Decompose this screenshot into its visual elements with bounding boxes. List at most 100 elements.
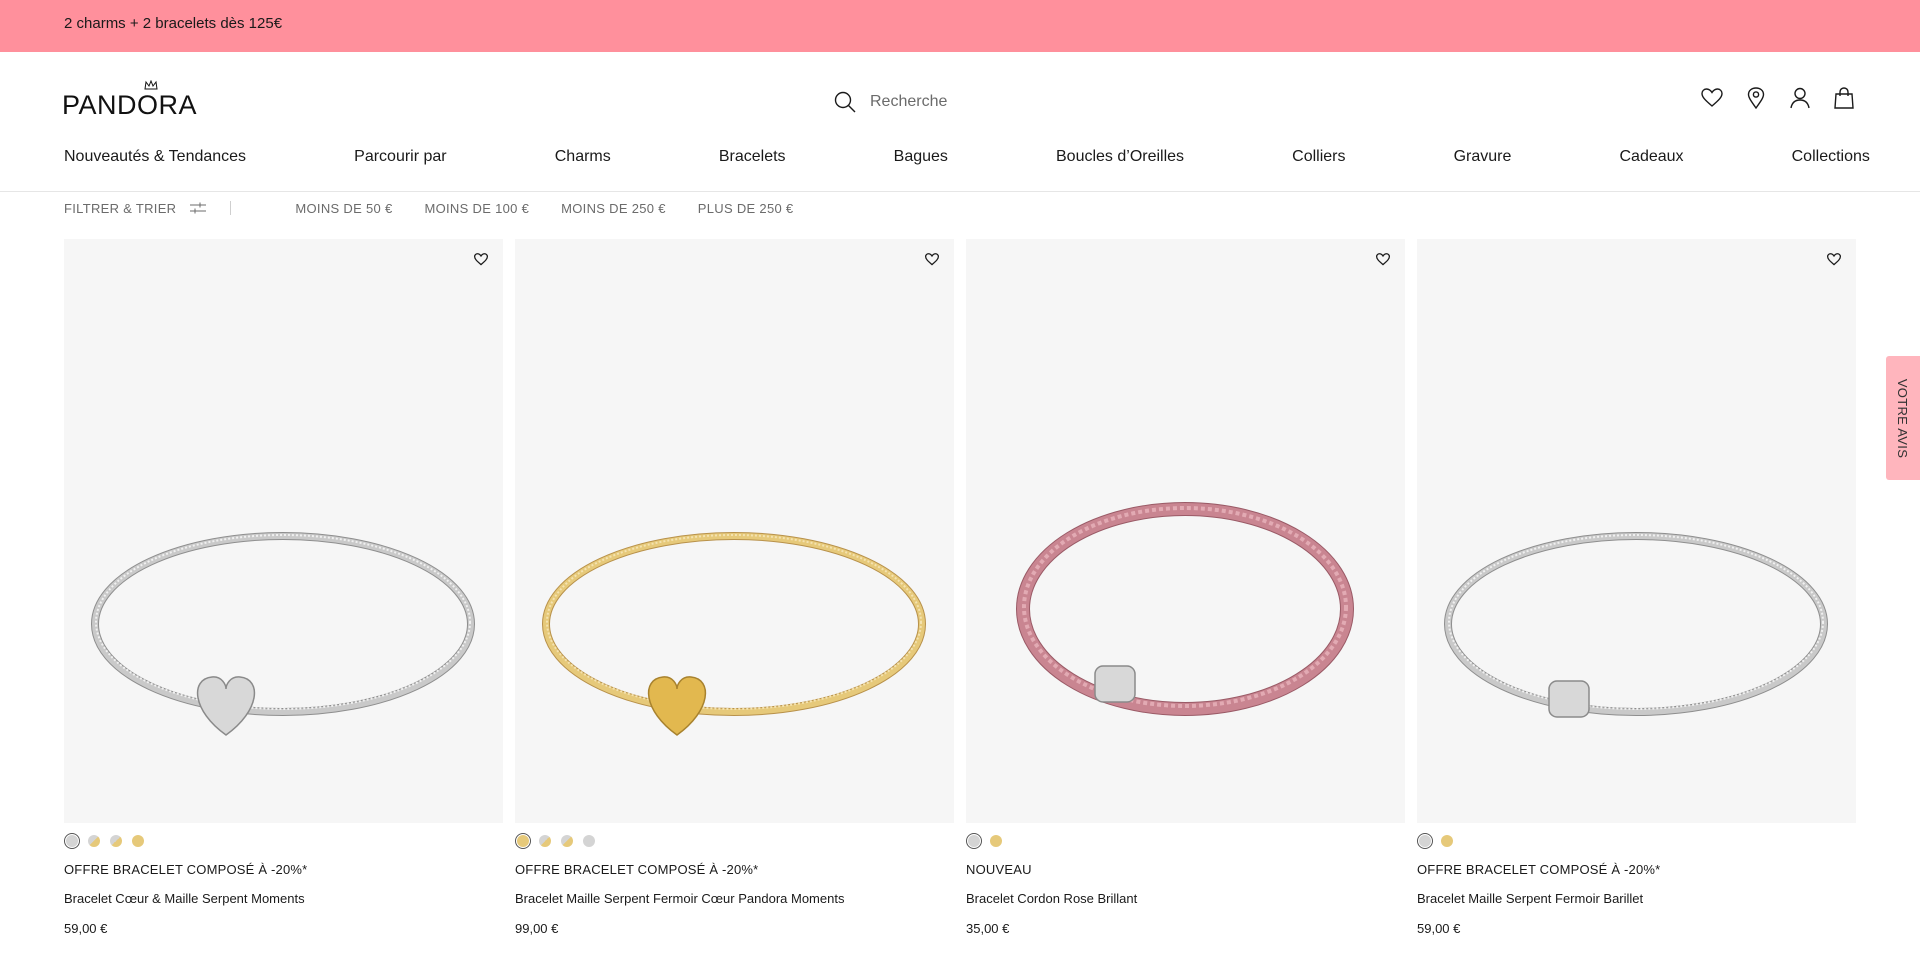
price-chip-under-100[interactable]: MOINS DE 100 €: [424, 201, 529, 216]
bracelet-clasp: [1548, 680, 1590, 718]
product-card: OFFRE BRACELET COMPOSÉ À -20%* Bracelet …: [1417, 239, 1856, 936]
color-swatch-silver[interactable]: [966, 833, 982, 849]
feedback-tab[interactable]: VOTRE AVIS: [1886, 356, 1920, 480]
color-swatch-silver[interactable]: [581, 833, 597, 849]
add-to-wishlist-button[interactable]: [471, 249, 491, 269]
product-image[interactable]: [1417, 239, 1856, 823]
nav-item-charms[interactable]: Charms: [555, 148, 611, 172]
product-badge: OFFRE BRACELET COMPOSÉ À -20%*: [1417, 862, 1661, 877]
filter-sort-label: FILTRER & TRIER: [64, 200, 177, 216]
swatch-dot: [583, 835, 595, 847]
bracelet-illustration: [91, 532, 475, 736]
product-name[interactable]: Bracelet Maille Serpent Fermoir Cœur Pan…: [515, 891, 954, 906]
account-button[interactable]: [1788, 86, 1812, 110]
bracelet-clasp: [1094, 665, 1136, 703]
color-swatch-gold[interactable]: [1439, 833, 1455, 849]
product-name[interactable]: Bracelet Cœur & Maille Serpent Moments: [64, 891, 503, 906]
heart-icon: [1376, 252, 1390, 265]
color-swatches: [64, 833, 503, 849]
nav-item-colliers[interactable]: Colliers: [1292, 148, 1345, 172]
site-header: PANDORA Recherche Nouveautés & Tendances…: [0, 52, 1920, 192]
bracelet-illustration: [1016, 502, 1354, 716]
bracelet-band: [92, 533, 474, 715]
swatch-dot: [539, 835, 551, 847]
shopping-bag-icon: [1834, 87, 1854, 109]
logo-text: PANDORA: [62, 90, 198, 120]
nav-item-bagues[interactable]: Bagues: [894, 148, 948, 172]
bracelet-illustration: [1444, 532, 1828, 718]
pandora-logo[interactable]: PANDORA: [62, 80, 212, 120]
nav-item-collections[interactable]: Collections: [1792, 148, 1870, 172]
bracelet-band: [1445, 533, 1827, 715]
location-pin-icon: [1747, 87, 1765, 109]
promo-text[interactable]: 2 charms + 2 bracelets dès 125€: [64, 15, 282, 32]
nav-item-gravure[interactable]: Gravure: [1454, 148, 1512, 172]
header-icons: [1700, 86, 1856, 110]
price-chip-under-250[interactable]: MOINS DE 250 €: [561, 201, 666, 216]
main-nav: Nouveautés & Tendances Parcourir par Cha…: [64, 148, 1870, 172]
store-locator-button[interactable]: [1744, 86, 1768, 110]
filter-bar: FILTRER & TRIER MOINS DE 50 € MOINS DE 1…: [64, 198, 825, 218]
add-to-wishlist-button[interactable]: [922, 249, 942, 269]
swatch-dot: [561, 835, 573, 847]
heart-icon: [1827, 252, 1841, 265]
color-swatch-silver-gold[interactable]: [559, 833, 575, 849]
search-bar[interactable]: [834, 88, 1134, 116]
swatch-dot: [517, 835, 529, 847]
color-swatch-silver-gold[interactable]: [537, 833, 553, 849]
wishlist-button[interactable]: [1700, 86, 1724, 110]
price-chip-under-50[interactable]: MOINS DE 50 €: [295, 201, 392, 216]
product-card: OFFRE BRACELET COMPOSÉ À -20%* Bracelet …: [64, 239, 503, 936]
product-name[interactable]: Bracelet Cordon Rose Brillant: [966, 891, 1405, 906]
color-swatches: [515, 833, 954, 849]
product-card: OFFRE BRACELET COMPOSÉ À -20%* Bracelet …: [515, 239, 954, 936]
product-image[interactable]: [64, 239, 503, 823]
heart-icon: [474, 252, 488, 265]
product-price: 35,00 €: [966, 921, 1010, 936]
cart-button[interactable]: [1832, 86, 1856, 110]
swatch-dot: [1441, 835, 1453, 847]
heart-icon: [925, 252, 939, 265]
product-image[interactable]: [966, 239, 1405, 823]
crown-icon: [144, 80, 158, 90]
swatch-dot: [88, 835, 100, 847]
bracelet-clasp: [196, 676, 256, 736]
price-chip-over-250[interactable]: PLUS DE 250 €: [698, 201, 794, 216]
search-input[interactable]: [870, 93, 1110, 111]
color-swatch-gold[interactable]: [988, 833, 1004, 849]
color-swatches: [966, 833, 1405, 849]
swatch-dot: [968, 835, 980, 847]
swatch-dot: [66, 835, 78, 847]
add-to-wishlist-button[interactable]: [1824, 249, 1844, 269]
nav-item-nouveautes[interactable]: Nouveautés & Tendances: [64, 148, 246, 172]
feedback-label: VOTRE AVIS: [1895, 378, 1911, 458]
product-image[interactable]: [515, 239, 954, 823]
nav-item-parcourir[interactable]: Parcourir par: [354, 148, 446, 172]
product-card: NOUVEAU Bracelet Cordon Rose Brillant 35…: [966, 239, 1405, 936]
color-swatch-silver-gold[interactable]: [108, 833, 124, 849]
product-name[interactable]: Bracelet Maille Serpent Fermoir Barillet: [1417, 891, 1856, 906]
add-to-wishlist-button[interactable]: [1373, 249, 1393, 269]
color-swatch-gold[interactable]: [130, 833, 146, 849]
swatch-dot: [132, 835, 144, 847]
color-swatch-silver-gold[interactable]: [86, 833, 102, 849]
swatch-dot: [1419, 835, 1431, 847]
filter-sort-button[interactable]: FILTRER & TRIER: [64, 200, 207, 216]
swatch-dot: [990, 835, 1002, 847]
color-swatch-gold[interactable]: [515, 833, 531, 849]
color-swatches: [1417, 833, 1856, 849]
bracelet-band: [543, 533, 925, 715]
sliders-icon: [190, 202, 207, 214]
color-swatch-silver[interactable]: [64, 833, 80, 849]
nav-item-bracelets[interactable]: Bracelets: [719, 148, 786, 172]
product-badge: OFFRE BRACELET COMPOSÉ À -20%*: [64, 862, 308, 877]
color-swatch-silver[interactable]: [1417, 833, 1433, 849]
nav-item-boucles[interactable]: Boucles d’Oreilles: [1056, 148, 1184, 172]
bracelet-illustration: [542, 532, 926, 736]
product-grid: OFFRE BRACELET COMPOSÉ À -20%* Bracelet …: [64, 239, 1856, 936]
nav-item-cadeaux[interactable]: Cadeaux: [1619, 148, 1683, 172]
swatch-dot: [110, 835, 122, 847]
promo-bar: 2 charms + 2 bracelets dès 125€: [0, 0, 1920, 52]
filter-divider: [230, 201, 232, 215]
user-icon: [1790, 87, 1810, 109]
